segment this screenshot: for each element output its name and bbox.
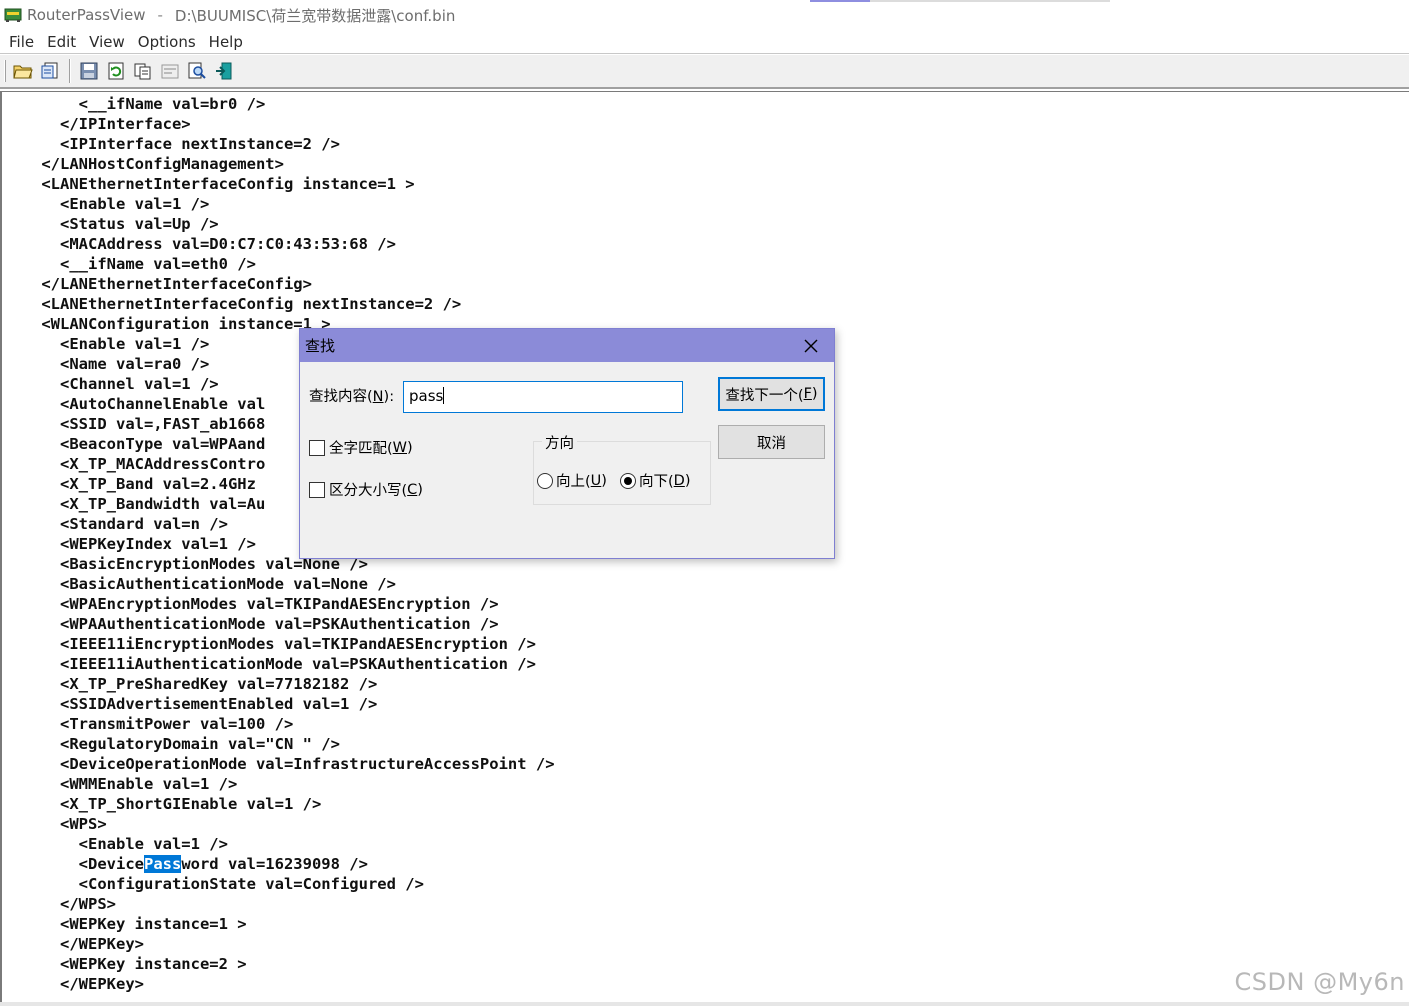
bottom-strip	[0, 1002, 1409, 1006]
menu-help[interactable]: Help	[204, 33, 248, 51]
config-line: </WEPKey>	[4, 975, 144, 993]
config-line: <X_TP_PreSharedKey val=77182182 />	[4, 675, 378, 693]
config-line: <TransmitPower val=100 />	[4, 715, 294, 733]
title-accent-line	[810, 0, 1110, 2]
config-line: <X_TP_ShortGIEnable val=1 />	[4, 795, 322, 813]
save-icon[interactable]	[76, 58, 102, 84]
router-app-icon	[4, 7, 22, 23]
match-case-checkbox-row[interactable]: 区分大小写(C)	[309, 479, 423, 500]
title-separator: -	[157, 6, 163, 24]
menu-view[interactable]: View	[84, 33, 130, 51]
config-line: <IPInterface nextInstance=2 />	[4, 135, 340, 153]
config-line: <Status val=Up />	[4, 215, 219, 233]
app-name: RouterPassView	[27, 6, 146, 24]
config-line: </IPInterface>	[4, 115, 191, 133]
find-dialog-title: 查找	[305, 337, 336, 355]
menu-bar: File Edit View Options Help	[0, 30, 1409, 54]
menu-file[interactable]: File	[4, 33, 39, 51]
toolbar	[0, 55, 1409, 89]
whole-word-checkbox[interactable]	[309, 439, 325, 456]
search-input[interactable]: pass	[403, 381, 683, 413]
cancel-button[interactable]: 取消	[718, 425, 825, 459]
config-line: <WPS>	[4, 815, 107, 833]
config-line: </WEPKey>	[4, 935, 144, 953]
config-line: <LANEthernetInterfaceConfig instance=1 >	[4, 175, 415, 193]
config-line: <RegulatoryDomain val="CN " />	[4, 735, 340, 753]
text-caret	[443, 387, 445, 404]
config-line: <IEEE11iEncryptionModes val=TKIPandAESEn…	[4, 635, 536, 653]
config-line: <SSIDAdvertisementEnabled val=1 />	[4, 695, 378, 713]
config-line: <__ifName val=br0 />	[4, 95, 266, 113]
properties-icon[interactable]	[157, 58, 183, 84]
config-line: <WPAEncryptionModes val=TKIPandAESEncryp…	[4, 595, 499, 613]
config-line: <MACAddress val=D0:C7:C0:43:53:68 />	[4, 235, 396, 253]
direction-label: 方向	[542, 432, 577, 453]
search-input-value: pass	[409, 387, 444, 405]
app-window: RouterPassView - D:\BUUMISC\荷兰宽带数据泄露\con…	[0, 0, 1409, 1006]
match-case-checkbox[interactable]	[309, 481, 325, 498]
config-line: <Enable val=1 />	[4, 195, 210, 213]
config-line: </WPS>	[4, 895, 116, 913]
config-line: <BasicAuthenticationMode val=None />	[4, 575, 396, 593]
direction-down-radio-row[interactable]: 向下(D)	[620, 470, 691, 491]
config-line: </LANEthernetInterfaceConfig>	[4, 275, 312, 293]
title-bar: RouterPassView - D:\BUUMISC\荷兰宽带数据泄露\con…	[0, 0, 1409, 30]
direction-up-radio-row[interactable]: 向上(U)	[537, 470, 607, 491]
menu-options[interactable]: Options	[133, 33, 201, 51]
config-line: </LANHostConfigManagement>	[4, 155, 284, 173]
search-label: 查找内容(N):	[309, 389, 395, 405]
config-line: <DevicePassword val=16239098 />	[4, 855, 368, 873]
find-dialog-title-bar[interactable]: 查找	[300, 329, 834, 362]
refresh-icon[interactable]	[103, 58, 129, 84]
config-line: <WMMEnable val=1 />	[4, 775, 238, 793]
watermark: CSDN @My6n	[1234, 968, 1405, 996]
open-file-icon[interactable]	[37, 58, 63, 84]
config-line: <DeviceOperationMode val=InfrastructureA…	[4, 755, 555, 773]
config-line: <WEPKey instance=2 >	[4, 955, 247, 973]
config-line: <ConfigurationState val=Configured />	[4, 875, 424, 893]
toolbar-grip	[4, 60, 6, 82]
config-line: <__ifName val=eth0 />	[4, 255, 256, 273]
file-path: D:\BUUMISC\荷兰宽带数据泄露\conf.bin	[174, 6, 456, 25]
config-line: <LANEthernetInterfaceConfig nextInstance…	[4, 295, 462, 313]
find-icon[interactable]	[184, 58, 210, 84]
exit-icon[interactable]	[211, 58, 237, 84]
copy-icon[interactable]	[130, 58, 156, 84]
menu-edit[interactable]: Edit	[42, 33, 81, 51]
config-line: <Enable val=1 />	[4, 835, 228, 853]
find-next-button[interactable]: 查找下一个(F)	[718, 377, 825, 411]
config-line: <WPAAuthenticationMode val=PSKAuthentica…	[4, 615, 499, 633]
search-match-highlight: Pass	[143, 855, 182, 873]
open-folder-icon[interactable]	[10, 58, 36, 84]
toolbar-separator	[69, 59, 71, 83]
direction-down-radio[interactable]	[620, 472, 636, 489]
close-icon[interactable]	[794, 334, 828, 358]
config-line: <IEEE11iAuthenticationMode val=PSKAuthen…	[4, 655, 536, 673]
whole-word-checkbox-row[interactable]: 全字匹配(W)	[309, 437, 413, 458]
direction-up-radio[interactable]	[537, 472, 553, 489]
find-dialog: 查找 查找内容(N): pass 查找下一个(F) 取消 全字匹配(W) 区分大…	[299, 328, 835, 559]
config-line: <WEPKey instance=1 >	[4, 915, 247, 933]
